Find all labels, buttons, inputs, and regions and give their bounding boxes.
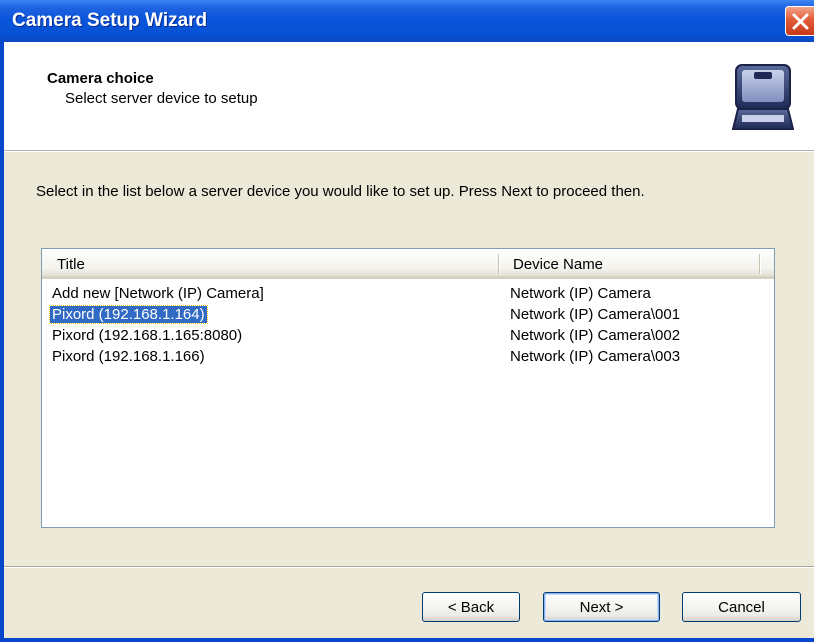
list-header: Title Device Name bbox=[42, 249, 774, 279]
column-header-title[interactable]: Title bbox=[57, 256, 85, 273]
row-device-name: Network (IP) Camera\003 bbox=[510, 348, 681, 365]
window-title: Camera Setup Wizard bbox=[12, 10, 208, 31]
footer-divider-highlight bbox=[4, 567, 814, 568]
row-device-name: Network (IP) Camera bbox=[510, 285, 651, 302]
instruction-text: Select in the list below a server device… bbox=[36, 183, 645, 200]
wizard-header: Camera choice Select server device to se… bbox=[4, 42, 814, 150]
list-item[interactable]: Pixord (192.168.1.165:8080) Network (IP)… bbox=[42, 325, 774, 346]
column-header-device-name[interactable]: Device Name bbox=[513, 256, 603, 273]
row-title: Add new [Network (IP) Camera] bbox=[52, 285, 264, 302]
camera-device-icon bbox=[732, 64, 794, 130]
list-item[interactable]: Add new [Network (IP) Camera] Network (I… bbox=[42, 283, 774, 304]
next-button[interactable]: Next > bbox=[543, 592, 660, 622]
row-title: Pixord (192.168.1.164) bbox=[49, 305, 208, 324]
row-title: Pixord (192.168.1.166) bbox=[52, 348, 205, 365]
row-title: Pixord (192.168.1.165:8080) bbox=[52, 327, 243, 344]
column-divider-highlight bbox=[499, 254, 500, 274]
window-frame-bottom bbox=[0, 638, 814, 642]
device-list[interactable]: Title Device Name Add new [Network (IP) … bbox=[41, 248, 775, 528]
back-button[interactable]: < Back bbox=[422, 592, 520, 622]
title-bar[interactable]: Camera Setup Wizard bbox=[0, 0, 814, 42]
column-divider-highlight bbox=[760, 254, 761, 274]
row-device-name: Network (IP) Camera\002 bbox=[510, 327, 681, 344]
list-item-selected[interactable]: Pixord (192.168.1.164) Network (IP) Came… bbox=[42, 304, 774, 325]
page-title: Camera choice bbox=[47, 70, 154, 87]
wizard-window: Camera Setup Wizard Camera choice Select… bbox=[0, 0, 814, 642]
list-item[interactable]: Pixord (192.168.1.166) Network (IP) Came… bbox=[42, 346, 774, 367]
close-button[interactable] bbox=[785, 6, 814, 36]
cancel-button[interactable]: Cancel bbox=[682, 592, 801, 622]
row-device-name: Network (IP) Camera\001 bbox=[510, 306, 681, 323]
page-subtitle: Select server device to setup bbox=[65, 90, 258, 107]
close-icon bbox=[792, 13, 809, 30]
